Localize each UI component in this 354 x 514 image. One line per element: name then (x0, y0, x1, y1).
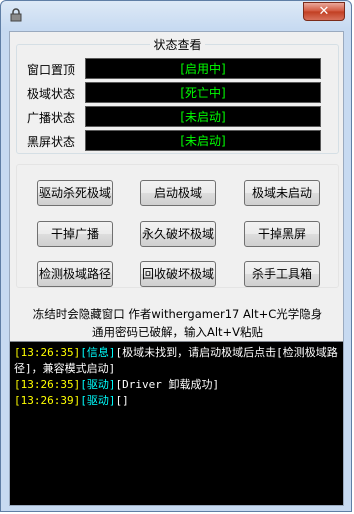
start-jiyu-button[interactable]: 启动极域 (140, 180, 216, 206)
status-group-title: 状态查看 (10, 36, 345, 53)
title-bar[interactable]: ✕ (1, 1, 351, 31)
status-value: [未启动] (85, 130, 321, 151)
driver-kill-jiyu-button[interactable]: 驱动杀死极域 (37, 180, 113, 206)
jiyu-not-started-button[interactable]: 极域未启动 (244, 180, 320, 206)
status-label: 窗口置顶 (27, 63, 76, 77)
kill-blackscreen-button[interactable]: 干掉黑屏 (244, 221, 320, 247)
permanent-break-jiyu-button[interactable]: 永久破坏极域 (140, 221, 216, 247)
log-entry: [13:26:35][信息][极域未找到，请启动极域后点击[检测极域路径]，兼容… (14, 346, 338, 375)
kill-broadcast-button[interactable]: 干掉广播 (37, 221, 113, 247)
close-button[interactable]: ✕ (303, 2, 345, 21)
log-entry: [13:26:35][驱动][Driver 卸载成功] (14, 378, 220, 391)
status-label: 极域状态 (27, 87, 76, 101)
client-area: 状态查看 窗口置顶 [启用中] 极域状态 [死亡中] 广播状态 [未启动] 黑屏… (9, 31, 344, 506)
close-icon: ✕ (318, 4, 330, 19)
killer-toolbox-button[interactable]: 杀手工具箱 (244, 261, 320, 287)
lock-icon (10, 8, 22, 22)
status-label: 黑屏状态 (27, 135, 76, 149)
detect-jiyu-path-button[interactable]: 检测极域路径 (37, 261, 113, 287)
notice-line-1: 冻结时会隐藏窗口 作者withergamer17 Alt+C光学隐身 (32, 307, 323, 321)
status-label: 广播状态 (27, 111, 76, 125)
log-entry: [13:26:39][驱动][] (14, 394, 129, 407)
status-value: [死亡中] (85, 82, 321, 103)
notice-line-2: 通用密码已破解，输入Alt+V粘贴 (91, 325, 264, 339)
log-panel[interactable]: [13:26:35][信息][极域未找到，请启动极域后点击[检测极域路径]，兼容… (10, 341, 343, 505)
recover-jiyu-button[interactable]: 回收破坏极域 (140, 261, 216, 287)
app-window: ✕ 状态查看 窗口置顶 [启用中] 极域状态 [死亡中] 广播状态 [未启动] … (0, 0, 352, 512)
status-value: [启用中] (85, 58, 321, 79)
status-value: [未启动] (85, 106, 321, 127)
